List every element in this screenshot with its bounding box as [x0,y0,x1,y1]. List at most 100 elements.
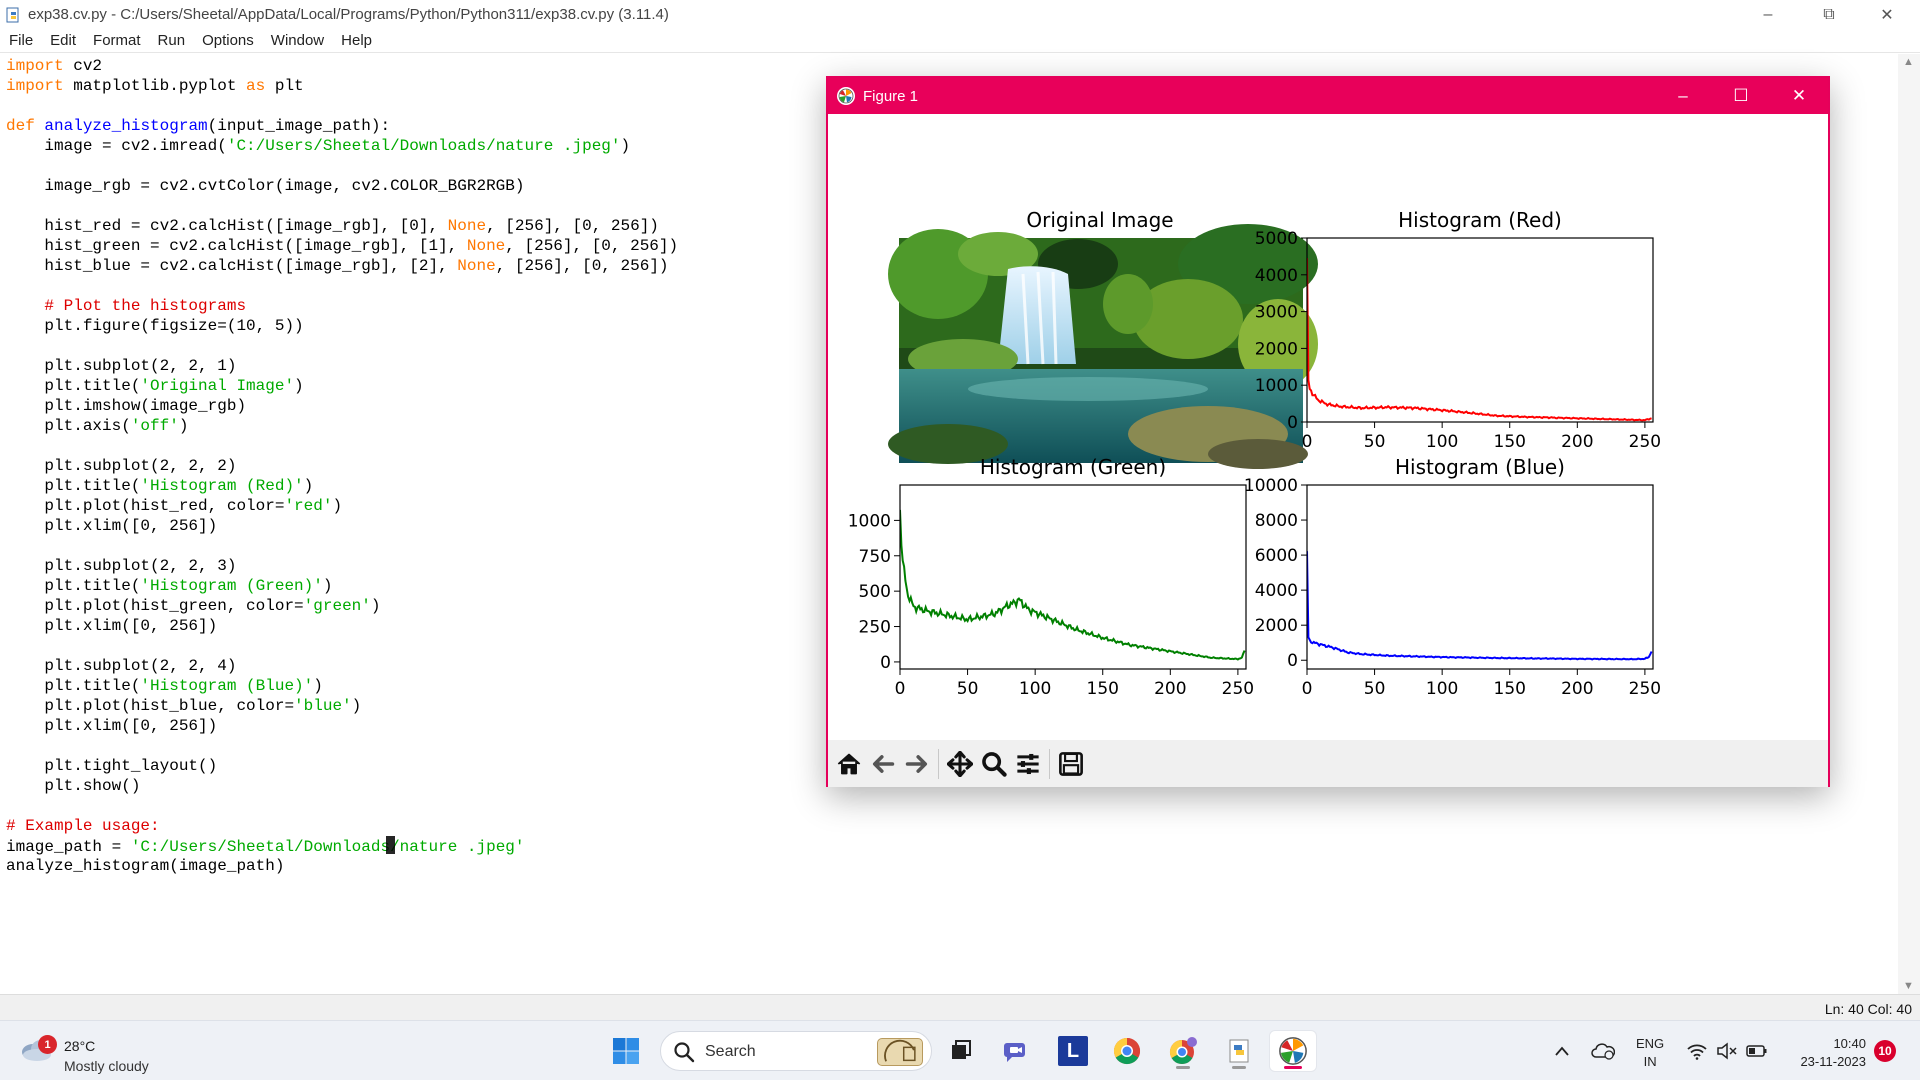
code-token: # Plot the histograms [6,297,247,315]
restore-button[interactable]: ⧉ [1800,0,1858,29]
code-line[interactable]: analyze_histogram(image_path) [6,856,1898,876]
menu-bar: File Edit Format Run Options Window Help [0,29,1920,53]
figure-canvas[interactable]: Original Image Histogram (Red)0 50 100 1… [828,114,1828,740]
figure-maximize-button[interactable]: ☐ [1712,78,1770,114]
x-tick-label: 200 [1561,432,1593,452]
histogram-subplot: Histogram (Blue) 0 50 100 150 200 250 0 2000 4000… [1244,455,1661,699]
code-token: plt.xlim([0, 256]) [6,617,218,635]
python-idle-icon [1229,1039,1249,1063]
scroll-up-icon[interactable]: ▲ [1903,56,1914,68]
x-tick-label: 0 [1302,432,1313,452]
code-token: ) [370,597,381,615]
app-l-button[interactable]: L [1050,1031,1096,1071]
code-token: , [256], [0, 256]) [486,217,659,235]
task-view-button[interactable] [938,1031,984,1071]
code-line[interactable] [6,796,1898,816]
code-token: plt.plot(hist_green, color= [6,597,304,615]
pan-button[interactable] [943,747,977,781]
zoom-button[interactable] [977,747,1011,781]
code-line[interactable]: image_path = 'C:/Users/Sheetal/Downloads… [6,836,1898,856]
figure-close-button[interactable]: ✕ [1770,78,1828,114]
subplot-title: Histogram (Green) [980,455,1166,479]
menu-help[interactable]: Help [341,32,372,49]
input-language[interactable]: ENG IN [1636,1035,1664,1071]
code-token: plt.subplot(2, 2, 2) [6,457,237,475]
taskbar-search[interactable]: Search [660,1031,932,1071]
onedrive-sync-icon [1591,1043,1615,1060]
x-tick-label: 250 [1629,432,1661,452]
cursor-position: Ln: 40 Col: 40 [1824,1001,1912,1017]
chrome-profile-button[interactable] [1160,1031,1206,1071]
histogram-line [1307,551,1653,661]
code-line[interactable]: import cv2 [6,56,1898,76]
chrome-icon [1113,1037,1141,1065]
code-token: 'Histogram (Blue)' [140,677,314,695]
code-token: ) [178,417,189,435]
figure-toolbar [828,740,1828,787]
histogram-line [900,509,1246,661]
menu-options[interactable]: Options [202,32,254,49]
toolbar-separator [1049,748,1050,779]
toolbar-separator [938,748,939,779]
code-token: 'C:/Users/Sheetal/Downloads [130,838,391,856]
clock-time: 10:40 [1833,1036,1866,1051]
code-token: 'green' [303,597,371,615]
back-button[interactable] [866,747,900,781]
menu-run[interactable]: Run [158,32,186,49]
speaker-muted-icon [1717,1042,1737,1060]
menu-file[interactable]: File [9,32,33,49]
waterfall-photo [888,224,1318,469]
scroll-down-icon[interactable]: ▼ [1903,980,1914,992]
figure-minimize-button[interactable]: – [1654,78,1712,114]
figure-title-bar[interactable]: Figure 1 – ☐ ✕ [828,78,1828,114]
video-chat-icon [1004,1043,1025,1062]
code-token: plt.title( [6,377,141,395]
y-tick-label: 1000 [848,511,891,531]
code-token: plt.title( [6,477,141,495]
network-button[interactable] [1682,1021,1712,1081]
axes-frame [899,484,1247,670]
code-token: plt.imshow(image_rgb) [6,397,247,415]
teams-chat-button[interactable] [994,1031,1040,1071]
code-token: hist_blue = cv2.calcHist([image_rgb], [2… [6,257,458,275]
weather-temperature: 28°C [64,1038,96,1054]
configure-subplots-button[interactable] [1011,747,1045,781]
save-button[interactable] [1054,747,1088,781]
code-token: plt.subplot(2, 2, 3) [6,557,237,575]
home-button[interactable] [832,747,866,781]
forward-button[interactable] [900,747,934,781]
code-token: 'off' [130,417,179,435]
x-tick-label: 150 [1087,679,1119,699]
minimize-button[interactable]: – [1739,0,1797,29]
onedrive-button[interactable] [1588,1021,1618,1081]
code-token: None [457,257,496,275]
battery-button[interactable] [1742,1021,1772,1081]
code-token: 'Histogram (Green)' [140,577,323,595]
volume-button[interactable] [1712,1021,1742,1081]
home-icon [837,753,861,774]
code-token: matplotlib.pyplot [63,77,247,95]
matplotlib-figure-button[interactable] [1270,1031,1316,1071]
battery-icon [1746,1045,1767,1057]
chrome-button[interactable] [1104,1031,1150,1071]
notification-badge[interactable]: 10 [1874,1040,1896,1062]
task-view-icon [952,1040,971,1059]
start-button[interactable] [603,1031,649,1071]
code-token: 'Histogram (Red)' [140,477,304,495]
menu-format[interactable]: Format [93,32,141,49]
menu-edit[interactable]: Edit [50,32,76,49]
menu-window[interactable]: Window [271,32,324,49]
python-file-icon [6,7,19,22]
close-button[interactable]: ✕ [1858,0,1916,29]
y-tick-label: 1000 [1255,376,1298,396]
clock[interactable]: 10:40 23-11-2023 [1776,1035,1866,1071]
python-idle-button[interactable] [1216,1031,1262,1071]
code-line[interactable]: # Example usage: [6,816,1898,836]
vertical-scrollbar[interactable]: ▲ ▼ [1898,54,1920,994]
y-tick-label: 0 [1287,651,1298,671]
weather-widget[interactable]: 1 28°C Mostly cloudy [20,1029,190,1074]
matplotlib-icon [837,87,855,105]
code-token: hist_red = cv2.calcHist([image_rgb], [0]… [6,217,448,235]
show-hidden-icons-button[interactable] [1550,1021,1574,1081]
